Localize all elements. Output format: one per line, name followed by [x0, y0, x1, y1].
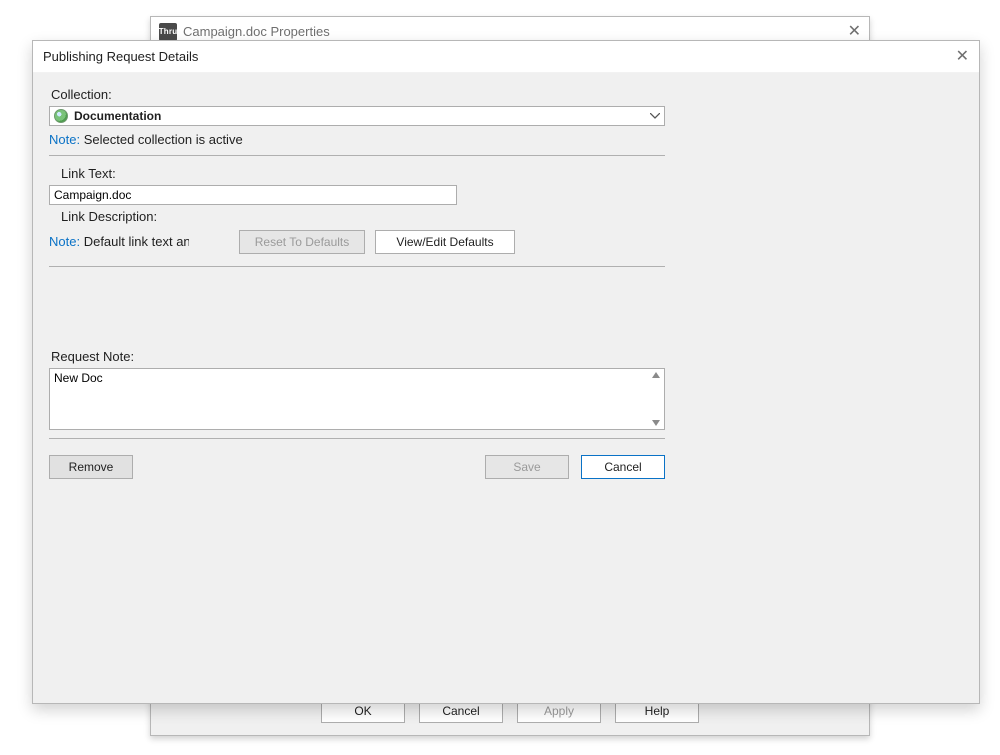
dialog-action-row: Remove Save Cancel	[49, 455, 665, 479]
save-button: Save	[485, 455, 569, 479]
scroll-up-icon[interactable]	[651, 371, 661, 379]
note-text-truncated: Default link text and	[84, 234, 189, 249]
collection-label: Collection:	[51, 87, 665, 102]
dialog-title: Publishing Request Details	[43, 49, 198, 64]
collection-note: Note: Selected collection is active	[49, 132, 665, 147]
note-key: Note:	[49, 234, 80, 249]
scrollbar[interactable]	[648, 369, 664, 429]
link-text-label: Link Text:	[61, 166, 665, 181]
collection-combo[interactable]: Documentation	[49, 106, 665, 126]
link-text-input[interactable]	[49, 185, 457, 205]
cancel-button[interactable]: Cancel	[581, 455, 665, 479]
close-icon[interactable]: ✕	[848, 24, 861, 40]
reset-to-defaults-button: Reset To Defaults	[239, 230, 365, 254]
properties-window-title: Campaign.doc Properties	[183, 24, 330, 39]
thru-app-icon: Thru	[159, 23, 177, 41]
collection-selected-value: Documentation	[74, 109, 646, 123]
section-separator	[49, 266, 665, 267]
link-description-label: Link Description:	[61, 209, 665, 224]
spacer	[49, 277, 963, 345]
globe-icon	[54, 109, 68, 123]
publishing-request-dialog: Publishing Request Details ✕ Collection:…	[32, 40, 980, 704]
publishing-titlebar: Publishing Request Details ✕	[33, 41, 979, 73]
note-text: Selected collection is active	[84, 132, 243, 147]
chevron-down-icon	[646, 113, 664, 119]
defaults-note: Note: Default link text and	[49, 234, 189, 249]
defaults-row: Note: Default link text and Reset To Def…	[49, 230, 665, 258]
scroll-down-icon[interactable]	[651, 419, 661, 427]
section-separator	[49, 438, 665, 439]
request-note-field	[49, 368, 665, 430]
note-key: Note:	[49, 132, 80, 147]
request-note-input[interactable]	[50, 369, 646, 429]
section-separator	[49, 155, 665, 156]
view-edit-defaults-button[interactable]: View/Edit Defaults	[375, 230, 515, 254]
close-icon[interactable]: ✕	[956, 49, 969, 65]
remove-button[interactable]: Remove	[49, 455, 133, 479]
request-note-label: Request Note:	[51, 349, 665, 364]
